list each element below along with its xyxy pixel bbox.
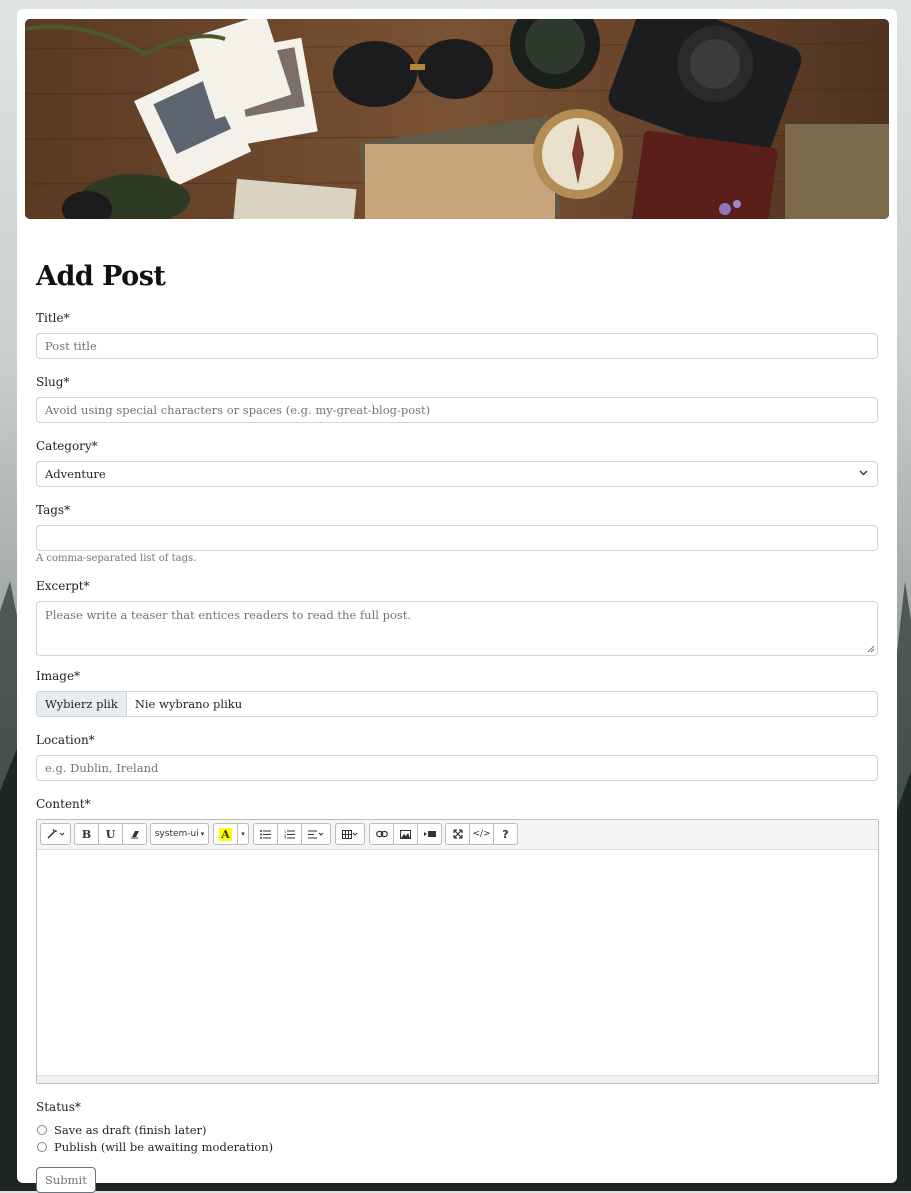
underline-button[interactable]: U <box>98 823 123 845</box>
tags-label: Tags* <box>36 503 71 517</box>
excerpt-group: Excerpt* Please write a teaser that enti… <box>36 578 878 656</box>
location-group: Location* e.g. Dublin, Ireland <box>36 732 878 781</box>
tags-help-text: A comma-separated list of tags. <box>36 553 197 564</box>
ordered-list-icon: 123 <box>284 830 295 839</box>
link-button[interactable] <box>369 823 394 845</box>
highlight-a-icon: A <box>219 827 232 841</box>
publish-radio[interactable] <box>37 1141 47 1152</box>
submit-row: Submit <box>36 1167 878 1193</box>
category-select[interactable]: Adventure <box>36 461 878 487</box>
category-label: Category* <box>36 439 98 453</box>
style-button[interactable] <box>40 823 71 845</box>
chevron-down-icon <box>859 470 868 476</box>
table-icon <box>342 829 358 839</box>
page-title: Add Post <box>36 261 166 292</box>
title-input[interactable]: Post title <box>36 333 878 359</box>
magic-wand-icon <box>46 829 64 839</box>
content-group: Content* B U system-ui ▾ A ▾ 1 2 3 </> ? <box>36 796 879 1084</box>
excerpt-placeholder: Please write a teaser that entices reade… <box>45 608 412 622</box>
add-post-form: Add Post Title* Post title Slug* Avoid u… <box>36 259 879 1193</box>
submit-button[interactable]: Submit <box>36 1167 96 1193</box>
slug-group: Slug* Avoid using special characters or … <box>36 374 878 423</box>
caret-down-icon: ▾ <box>200 830 205 838</box>
status-label: Status* <box>36 1100 81 1114</box>
fullscreen-button[interactable] <box>445 823 470 845</box>
caret-down-icon: ▾ <box>241 830 245 838</box>
color-dropdown-button[interactable]: ▾ <box>237 823 249 845</box>
font-name-button[interactable]: system-ui ▾ <box>150 823 209 845</box>
status-option-publish[interactable]: Publish (will be awaiting moderation) <box>36 1138 878 1155</box>
editor-toolbar: B U system-ui ▾ A ▾ 1 2 3 </> ? <box>37 820 878 850</box>
paragraph-button[interactable] <box>301 823 331 845</box>
hero-image <box>25 19 889 219</box>
slug-label: Slug* <box>36 375 70 389</box>
excerpt-label: Excerpt* <box>36 579 90 593</box>
align-left-icon <box>308 830 324 838</box>
picture-button[interactable] <box>393 823 418 845</box>
resize-handle-icon[interactable] <box>867 645 875 653</box>
draft-radio[interactable] <box>37 1124 47 1135</box>
image-label: Image* <box>36 669 81 683</box>
location-label: Location* <box>36 733 95 747</box>
unordered-list-button[interactable] <box>253 823 278 845</box>
fullscreen-icon <box>452 829 463 839</box>
font-name-label: system-ui <box>154 829 199 839</box>
title-label: Title* <box>36 311 70 325</box>
unordered-list-icon <box>260 829 271 839</box>
content-label: Content* <box>36 797 91 811</box>
tags-input[interactable] <box>36 525 878 551</box>
eraser-icon <box>130 831 139 839</box>
draft-radio-label: Save as draft (finish later) <box>54 1122 207 1137</box>
publish-radio-label: Publish (will be awaiting moderation) <box>54 1139 274 1154</box>
status-option-draft[interactable]: Save as draft (finish later) <box>36 1121 878 1138</box>
location-input[interactable]: e.g. Dublin, Ireland <box>36 755 878 781</box>
ordered-list-button[interactable]: 123 <box>277 823 302 845</box>
image-group: Image* Wybierz plik Nie wybrano pliku <box>36 668 878 717</box>
table-button[interactable] <box>335 823 365 845</box>
text-color-button[interactable]: A <box>213 823 238 845</box>
help-button[interactable]: ? <box>493 823 518 845</box>
category-value: Adventure <box>45 467 106 481</box>
editor-content-area[interactable] <box>37 850 878 1075</box>
tags-group: Tags* A comma-separated list of tags. <box>36 502 878 566</box>
bold-button[interactable]: B <box>74 823 99 845</box>
clear-format-button[interactable] <box>122 823 147 845</box>
code-view-button[interactable]: </> <box>469 823 494 845</box>
video-icon <box>423 831 436 837</box>
svg-text:3: 3 <box>284 836 286 839</box>
picture-icon <box>400 829 411 839</box>
excerpt-textarea[interactable]: Please write a teaser that entices reade… <box>36 601 878 656</box>
link-icon <box>375 830 388 838</box>
rich-text-editor: B U system-ui ▾ A ▾ 1 2 3 </> ? <box>36 819 879 1084</box>
form-card: Add Post Title* Post title Slug* Avoid u… <box>17 9 897 1193</box>
slug-input[interactable]: Avoid using special characters or spaces… <box>36 397 878 423</box>
choose-file-button[interactable]: Wybierz plik <box>37 692 127 716</box>
category-group: Category* Adventure <box>36 438 878 487</box>
title-group: Title* Post title <box>36 310 878 359</box>
editor-resize-bar[interactable] <box>37 1075 878 1083</box>
video-button[interactable] <box>417 823 442 845</box>
image-file-input[interactable]: Wybierz plik Nie wybrano pliku <box>36 691 878 717</box>
status-group: Status* Save as draft (finish later) Pub… <box>36 1099 878 1155</box>
file-status: Nie wybrano pliku <box>134 697 243 711</box>
